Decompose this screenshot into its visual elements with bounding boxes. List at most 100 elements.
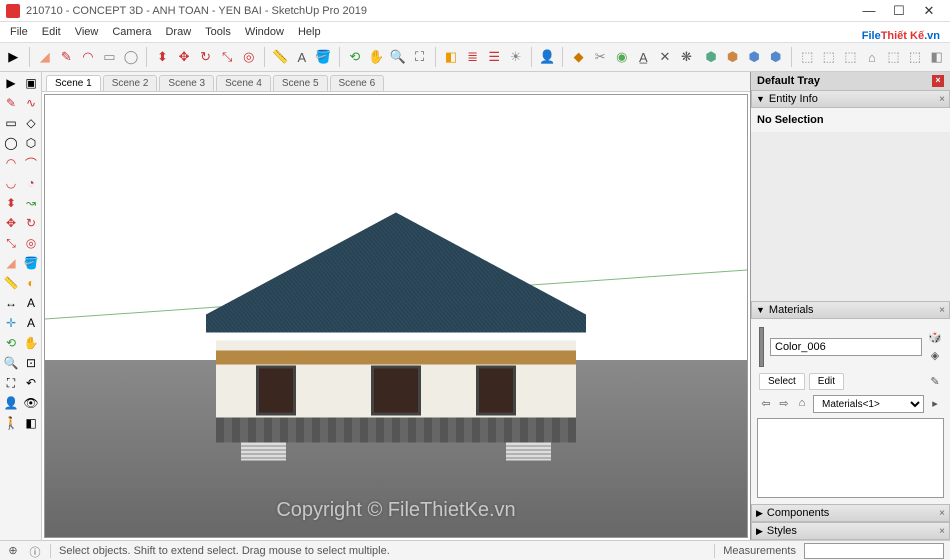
materials-tab-edit[interactable]: Edit (809, 373, 844, 390)
scene-tab[interactable]: Scene 5 (273, 75, 328, 91)
outliner-icon[interactable]: ☰ (485, 47, 504, 67)
look-around-icon[interactable]: 👁 (22, 394, 40, 412)
section-icon[interactable]: ◧ (442, 47, 461, 67)
scene-tab[interactable]: Scene 6 (330, 75, 385, 91)
rectangle-icon[interactable]: ▭ (100, 47, 119, 67)
panel-components[interactable]: ▶ Components × (751, 504, 950, 522)
info-icon[interactable]: ⓘ (28, 544, 42, 558)
circle-icon[interactable]: ◯ (122, 47, 141, 67)
layers-icon[interactable]: ≣ (463, 47, 482, 67)
details-icon[interactable]: ▸ (928, 397, 942, 411)
orbit-icon[interactable]: ⟲ (346, 47, 365, 67)
menu-help[interactable]: Help (292, 24, 327, 40)
dimension-icon[interactable]: ↔ (2, 294, 20, 312)
eraser-icon[interactable]: ◢ (35, 47, 54, 67)
panel-entity-info[interactable]: ▼ Entity Info × (751, 90, 950, 108)
pencil-icon[interactable]: ✎ (2, 94, 20, 112)
scene-tab[interactable]: Scene 3 (159, 75, 214, 91)
text-icon[interactable]: A (293, 47, 312, 67)
arc-icon[interactable]: ◠ (2, 154, 20, 172)
style-icon[interactable]: ⬚ (906, 47, 925, 67)
panel-styles[interactable]: ▶ Styles × (751, 522, 950, 540)
home-icon[interactable]: ⌂ (795, 397, 809, 411)
arc-icon[interactable]: ◠ (79, 47, 98, 67)
menu-view[interactable]: View (69, 24, 105, 40)
offset-icon[interactable]: ◎ (22, 234, 40, 252)
plugin-icon[interactable]: A̲ (634, 47, 653, 67)
plugin-icon[interactable]: ✕ (656, 47, 675, 67)
close-button[interactable]: ✕ (914, 3, 944, 19)
pin-icon[interactable]: × (939, 305, 945, 316)
scene-tab[interactable]: Scene 4 (216, 75, 271, 91)
move-icon[interactable]: ✥ (175, 47, 194, 67)
menu-window[interactable]: Window (239, 24, 290, 40)
back-icon[interactable]: ⇦ (759, 397, 773, 411)
rectangle-icon[interactable]: ▭ (2, 114, 20, 132)
arc3-icon[interactable]: ◡ (2, 174, 20, 192)
style-icon[interactable]: ◧ (927, 47, 946, 67)
menu-draw[interactable]: Draw (159, 24, 197, 40)
materials-library-select[interactable]: Materials<1> (813, 395, 924, 413)
menu-camera[interactable]: Camera (106, 24, 157, 40)
paint-icon[interactable]: 🪣 (314, 47, 333, 67)
view-right-icon[interactable]: ⬢ (766, 47, 785, 67)
materials-grid[interactable] (757, 418, 944, 498)
followme-icon[interactable]: ↝ (22, 194, 40, 212)
forward-icon[interactable]: ⇨ (777, 397, 791, 411)
view-iso-icon[interactable]: ⬢ (702, 47, 721, 67)
style-icon[interactable]: ⬚ (884, 47, 903, 67)
pushpull-icon[interactable]: ⬍ (2, 194, 20, 212)
style-icon[interactable]: ⬚ (798, 47, 817, 67)
pan-icon[interactable]: ✋ (367, 47, 386, 67)
plugin-icon[interactable]: ◆ (569, 47, 588, 67)
select-icon[interactable]: ▶ (4, 47, 23, 67)
rotate-icon[interactable]: ↻ (196, 47, 215, 67)
material-swatch[interactable] (759, 327, 764, 367)
menu-edit[interactable]: Edit (36, 24, 67, 40)
create-material-icon[interactable]: 🎲 (928, 331, 942, 345)
select-icon[interactable]: ▶ (2, 74, 20, 92)
move-icon[interactable]: ✥ (2, 214, 20, 232)
tray-title[interactable]: Default Tray × (751, 72, 950, 90)
zoom-window-icon[interactable]: ⊡ (22, 354, 40, 372)
default-material-icon[interactable]: ◈ (928, 349, 942, 363)
scale-icon[interactable]: ⤡ (2, 234, 20, 252)
viewport-3d[interactable]: Copyright © FileThietKe.vn (44, 94, 748, 538)
scene-tab[interactable]: Scene 2 (103, 75, 158, 91)
tape-icon[interactable]: 📏 (2, 274, 20, 292)
eraser-icon[interactable]: ◢ (2, 254, 20, 272)
view-top-icon[interactable]: ⬢ (723, 47, 742, 67)
3dtext-icon[interactable]: A (22, 314, 40, 332)
panel-materials[interactable]: ▼ Materials × (751, 301, 950, 319)
materials-tab-select[interactable]: Select (759, 373, 805, 390)
orbit-icon[interactable]: ⟲ (2, 334, 20, 352)
paint-icon[interactable]: 🪣 (22, 254, 40, 272)
style-icon[interactable]: ⬚ (841, 47, 860, 67)
style-icon[interactable]: ⬚ (820, 47, 839, 67)
menu-tools[interactable]: Tools (199, 24, 237, 40)
position-camera-icon[interactable]: 👤 (2, 394, 20, 412)
scale-icon[interactable]: ⤡ (218, 47, 237, 67)
plugin-icon[interactable]: ✂ (591, 47, 610, 67)
scene-tab[interactable]: Scene 1 (46, 75, 101, 91)
tape-icon[interactable]: 📏 (271, 47, 290, 67)
zoom-extents-icon[interactable]: ⛶ (2, 374, 20, 392)
previous-icon[interactable]: ↶ (22, 374, 40, 392)
home-icon[interactable]: ⌂ (863, 47, 882, 67)
measurements-input[interactable] (804, 543, 944, 559)
protractor-icon[interactable]: ◐ (22, 274, 40, 292)
rotate-icon[interactable]: ↻ (22, 214, 40, 232)
tray-close-icon[interactable]: × (932, 75, 944, 87)
material-name-input[interactable] (770, 338, 922, 356)
zoom-extents-icon[interactable]: ⛶ (410, 47, 429, 67)
axes-icon[interactable]: ✛ (2, 314, 20, 332)
rotated-rect-icon[interactable]: ◇ (22, 114, 40, 132)
plugin-icon[interactable]: ❋ (677, 47, 696, 67)
text-icon[interactable]: A (22, 294, 40, 312)
component-icon[interactable]: ▣ (22, 74, 40, 92)
maximize-button[interactable]: ☐ (884, 3, 914, 19)
pin-icon[interactable]: × (939, 508, 945, 519)
freehand-icon[interactable]: ∿ (22, 94, 40, 112)
geo-icon[interactable]: ⊕ (6, 544, 20, 558)
offset-icon[interactable]: ◎ (239, 47, 258, 67)
